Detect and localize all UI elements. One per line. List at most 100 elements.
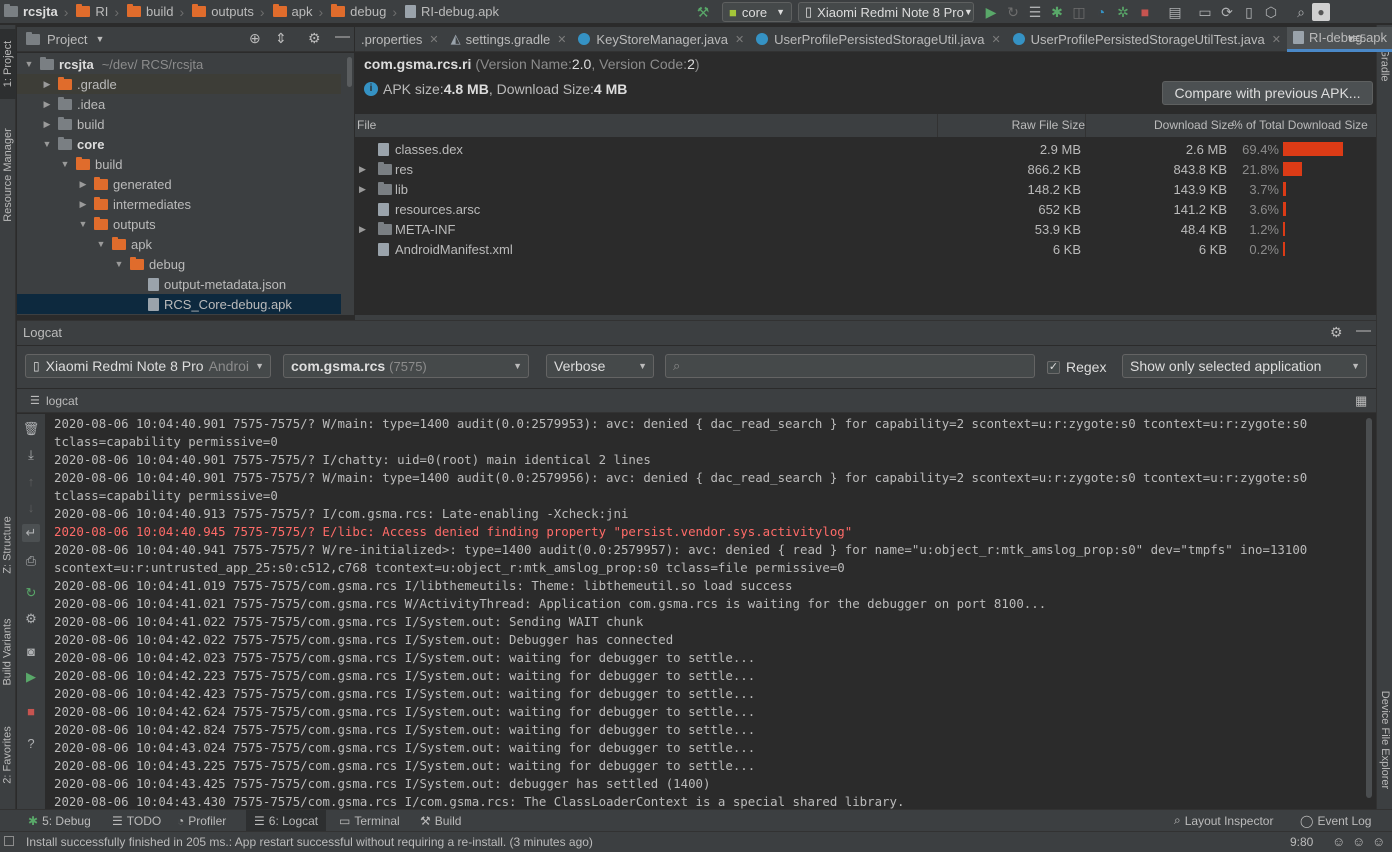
rerun-icon[interactable]: ↻ — [1002, 1, 1024, 23]
logcat-search-field[interactable]: ⌕ — [665, 354, 1035, 378]
screen-record-icon[interactable]: ▶ — [22, 668, 40, 686]
chevron-right-icon[interactable]: ▶ — [75, 179, 91, 190]
chevron-right-icon[interactable]: ▶ — [39, 79, 55, 90]
editor-tab[interactable]: .properties ✕ — [355, 27, 445, 52]
sdk-manager-icon[interactable]: ⬡ — [1260, 1, 1282, 23]
tab-build[interactable]: ⚒ Build — [416, 810, 465, 831]
editor-tab[interactable]: RI-debug.apk✕ — [1286, 26, 1392, 52]
chevron-down-icon[interactable]: ▼ — [111, 259, 127, 269]
chevron-down-icon[interactable]: ▼ — [21, 59, 37, 69]
down-icon[interactable]: ↓ — [22, 498, 40, 516]
tab-debug[interactable]: ✱ 5: Debug — [24, 810, 95, 831]
file-table-row[interactable]: AndroidManifest.xml 6 KB 6 KB 0.2% — [355, 239, 1376, 259]
toggle-tool-windows-icon[interactable] — [4, 836, 14, 846]
file-table-row[interactable]: classes.dex 2.9 MB 2.6 MB 69.4% — [355, 139, 1376, 159]
chevron-right-icon[interactable]: ▶ — [39, 99, 55, 110]
gear-icon[interactable]: ⚙ — [308, 30, 321, 47]
device-manager-icon[interactable]: ▭ — [1194, 1, 1216, 23]
screen-capture-camera-icon[interactable]: ◙ — [22, 642, 40, 660]
apply-changes-icon[interactable]: ☰ — [1024, 1, 1046, 23]
make-project-hammer-icon[interactable]: ⚒ — [692, 1, 714, 23]
breadcrumb-item[interactable]: debug › — [327, 0, 401, 24]
avatar[interactable]: ● — [1312, 3, 1330, 21]
debug-bug-icon[interactable]: ✱ — [1046, 1, 1068, 23]
editor-tab[interactable]: UserProfilePersistedStorageUtilTest.java… — [1007, 27, 1287, 52]
logcat-tab[interactable]: logcat — [46, 394, 78, 408]
tabs-overflow[interactable]: ▾≡ 5 — [1348, 32, 1366, 46]
file-table-row[interactable]: ▶ META-INF 53.9 KB 48.4 KB 1.2% — [355, 219, 1376, 239]
tab-logcat[interactable]: ☰ 6: Logcat — [246, 810, 327, 831]
tree-item[interactable]: ▶ build — [17, 114, 341, 134]
logcat-device-select[interactable]: ▯ Xiaomi Redmi Note 8 Pro Androi ▼ — [25, 354, 271, 378]
close-icon[interactable]: ✕ — [557, 33, 566, 46]
chevron-right-icon[interactable]: ▶ — [75, 199, 91, 210]
tab-profiler[interactable]: ◔ Profiler — [173, 810, 230, 831]
up-icon[interactable]: ↑ — [22, 472, 40, 490]
logcat-scrollbar[interactable] — [1362, 414, 1376, 809]
tab-event-log[interactable]: ◯ Event Log — [1296, 810, 1375, 831]
close-icon[interactable]: ✕ — [1272, 33, 1281, 46]
search-icon[interactable]: ⌕ — [1290, 1, 1312, 23]
help-icon[interactable]: ? — [22, 734, 40, 752]
hide-panel-icon[interactable]: — — [1356, 322, 1371, 339]
device-file-explorer-tool-tab[interactable]: Device File Explorer — [1377, 675, 1392, 805]
chevron-down-icon[interactable]: ▼ — [39, 139, 55, 149]
breadcrumb-item[interactable]: outputs › — [188, 0, 268, 24]
gear-icon[interactable]: ⚙ — [22, 610, 40, 628]
hide-panel-icon[interactable]: — — [335, 28, 350, 45]
tree-item[interactable]: ▶ intermediates — [17, 194, 341, 214]
breadcrumb-item[interactable]: RI › — [72, 0, 123, 24]
tree-item[interactable]: ▼ rcsjta ~/dev/ RCS/rcsjta — [17, 54, 341, 74]
close-icon[interactable]: ✕ — [735, 33, 744, 46]
build-variants-tool-tab[interactable]: Build Variants — [0, 607, 16, 697]
locate-target-icon[interactable]: ⊕ — [249, 30, 261, 47]
log-level-select[interactable]: Verbose ▼ — [546, 354, 654, 378]
project-view-select[interactable]: Project — [47, 32, 87, 47]
restart-icon[interactable]: ↻ — [22, 584, 40, 602]
face-icon[interactable]: ☺ — [1352, 834, 1365, 849]
file-table-row[interactable]: resources.arsc 652 KB 141.2 KB 3.6% — [355, 199, 1376, 219]
soft-wrap-icon[interactable]: ↵ — [22, 524, 40, 542]
print-icon[interactable]: ⎙ — [22, 552, 40, 570]
project-tool-tab[interactable]: 1: Project — [0, 29, 16, 99]
editor-tab[interactable]: UserProfilePersistedStorageUtil.java ✕ — [750, 27, 1006, 52]
breadcrumb-item[interactable]: RI-debug.apk — [401, 0, 499, 24]
tree-item[interactable]: ▼ outputs — [17, 214, 341, 234]
device-select[interactable]: ▯ Xiaomi Redmi Note 8 Pro ▼ — [798, 2, 974, 22]
logcat-search-input[interactable] — [686, 358, 1017, 374]
run-config-select[interactable]: ■ core ▼ — [722, 2, 792, 22]
collapse-all-icon[interactable]: ⇕ — [275, 30, 287, 47]
attach-debugger-icon[interactable]: ◫ — [1068, 1, 1090, 23]
column-header-percent[interactable]: % of Total Download Size — [1232, 118, 1368, 132]
attach-bug-icon[interactable]: ✲ — [1112, 1, 1134, 23]
restore-layout-icon[interactable]: ▦ — [1355, 393, 1367, 409]
column-header-download-size[interactable]: Download Size — [1154, 118, 1234, 132]
compare-apk-button[interactable]: Compare with previous APK... — [1162, 81, 1373, 105]
chevron-down-icon[interactable]: ▼ — [75, 219, 91, 229]
chevron-right-icon[interactable]: ▶ — [359, 164, 366, 175]
status-message[interactable]: Install successfully finished in 205 ms.… — [26, 835, 593, 849]
tree-item[interactable]: RCS_Core-debug.apk — [17, 294, 341, 314]
sync-gradle-icon[interactable]: ⟳ — [1216, 1, 1238, 23]
project-structure-icon[interactable]: ▤ — [1164, 1, 1186, 23]
tree-item[interactable]: output-metadata.json — [17, 274, 341, 294]
lock-icon[interactable]: ☺ — [1332, 834, 1345, 849]
column-header-raw-size[interactable]: Raw File Size — [955, 118, 1085, 132]
profile-icon[interactable]: ◔ — [1090, 1, 1112, 23]
close-icon[interactable]: ✕ — [429, 33, 438, 46]
tree-item[interactable]: ▶ .gradle — [17, 74, 341, 94]
column-header-file[interactable]: File — [357, 118, 376, 132]
tab-todo[interactable]: ☰ TODO — [108, 810, 165, 831]
tab-layout-inspector[interactable]: ⌕ Layout Inspector — [1170, 810, 1277, 831]
resource-manager-tool-tab[interactable]: Resource Manager — [0, 120, 16, 230]
editor-tab[interactable]: ◭ settings.gradle ✕ — [445, 27, 573, 52]
feedback-face-icon[interactable]: ☺ — [1372, 834, 1385, 849]
tree-item[interactable]: ▶ generated — [17, 174, 341, 194]
project-scrollbar[interactable] — [345, 53, 354, 315]
chevron-down-icon[interactable]: ▼ — [95, 34, 104, 44]
scroll-to-end-icon[interactable]: ⤓ — [22, 446, 40, 464]
logcat-output[interactable]: 2020-08-06 10:04:40.901 7575-7575/? W/ma… — [46, 414, 1362, 809]
tab-terminal[interactable]: ▭ Terminal — [335, 810, 404, 831]
breadcrumb-item[interactable]: build › — [123, 0, 188, 24]
chevron-right-icon[interactable]: ▶ — [359, 224, 366, 235]
